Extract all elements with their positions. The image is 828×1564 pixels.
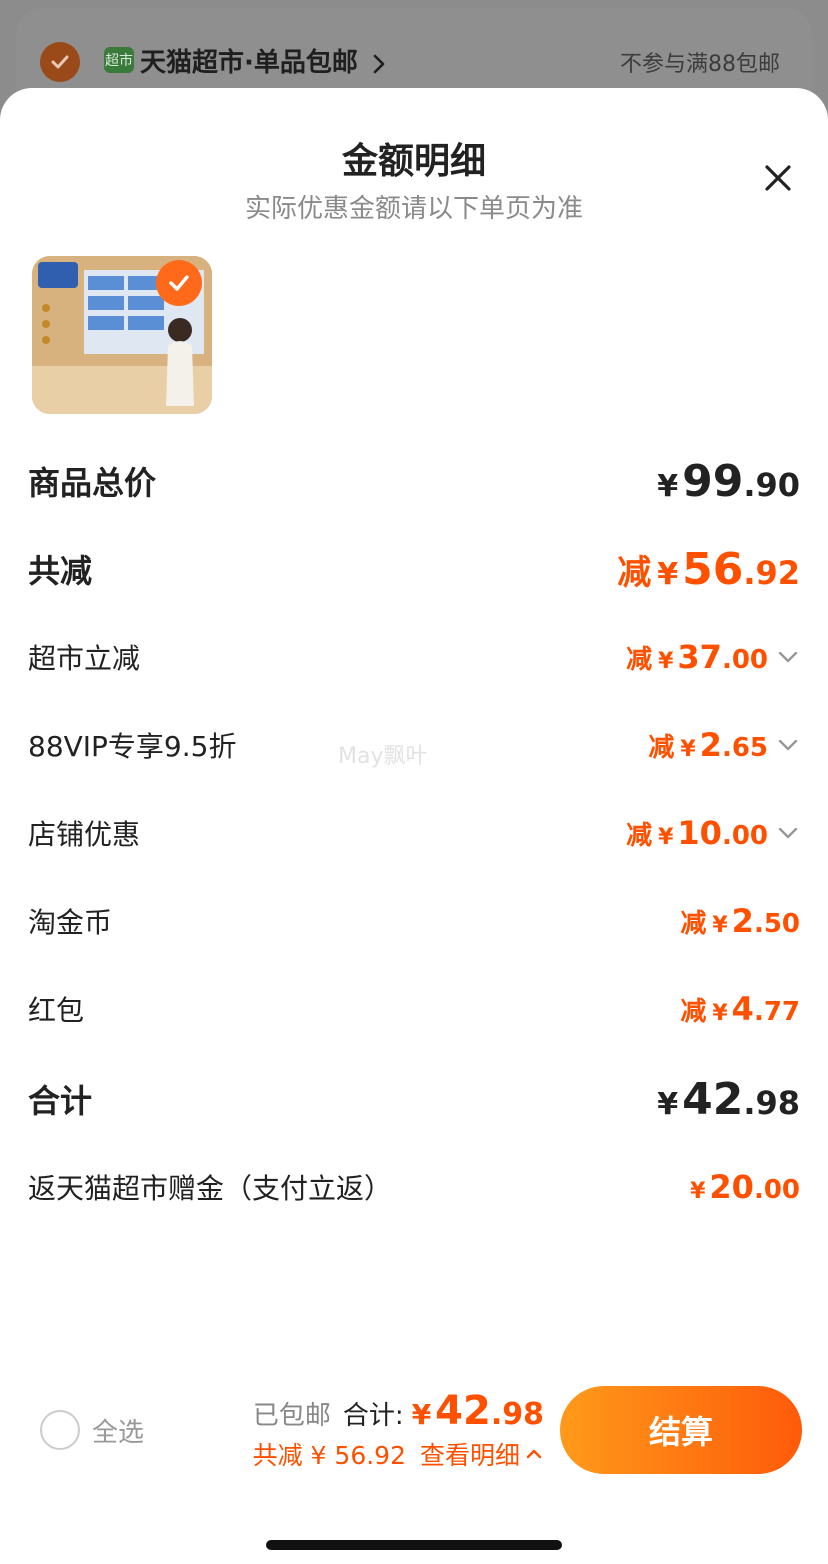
red-packet-label: 红包 bbox=[28, 994, 85, 1027]
market-discount-amount: 减 ¥ 37 .00 bbox=[626, 638, 800, 676]
subtotal-label: 合计 bbox=[28, 1082, 93, 1120]
select-all[interactable]: 全选 bbox=[40, 1410, 144, 1450]
store-check-icon bbox=[40, 42, 80, 82]
amount-decimal: .92 bbox=[743, 553, 800, 592]
amount-integer: 99 bbox=[682, 455, 744, 507]
cashback-amount: ¥ 20 .00 bbox=[690, 1168, 800, 1206]
row-cashback: 返天猫超市赠金（支付立返） ¥ 20 .00 bbox=[28, 1162, 800, 1212]
discount-prefix: 减 bbox=[680, 997, 707, 1027]
amount-decimal: .98 bbox=[743, 1083, 800, 1122]
amount-integer: 42 bbox=[435, 1388, 491, 1434]
sheet-subtitle: 实际优惠金额请以下单页为准 bbox=[244, 194, 583, 224]
row-store-discount[interactable]: 店铺优惠 减 ¥ 10 .00 bbox=[28, 808, 800, 858]
total-price-label: 商品总价 bbox=[28, 464, 157, 502]
amount-decimal: .00 bbox=[721, 645, 768, 675]
total-discount-amount: 减 ¥ 56 .92 bbox=[617, 544, 800, 595]
chevron-down-icon[interactable] bbox=[776, 645, 800, 669]
coins-amount: 减 ¥ 2 .50 bbox=[680, 902, 800, 940]
discount-prefix: 减 bbox=[680, 909, 707, 939]
view-details-label: 查看明细 bbox=[419, 1441, 520, 1470]
yen-symbol: ¥ bbox=[657, 556, 679, 592]
chevron-right-icon bbox=[373, 54, 385, 73]
discount-prefix: 减 bbox=[648, 733, 675, 763]
row-market-discount[interactable]: 超市立减 减 ¥ 37 .00 bbox=[28, 632, 800, 682]
close-icon[interactable] bbox=[758, 158, 798, 198]
vip-discount-amount: 减 ¥ 2 .65 bbox=[648, 726, 800, 764]
store-discount-label: 店铺优惠 bbox=[28, 818, 141, 851]
amount-decimal: .50 bbox=[753, 909, 800, 939]
store-discount-amount: 减 ¥ 10 .00 bbox=[626, 814, 800, 852]
shipping-note: 不参与满88包邮 bbox=[620, 52, 780, 77]
amount-integer: 4 bbox=[731, 990, 754, 1028]
amount-integer: 10 bbox=[677, 814, 722, 852]
yen-symbol: ¥ bbox=[690, 1179, 706, 1204]
amount-decimal: .98 bbox=[490, 1397, 544, 1432]
discount-prefix: 减 bbox=[626, 645, 653, 675]
select-all-radio[interactable] bbox=[40, 1410, 80, 1450]
store-name: 天猫超市·单品包邮 bbox=[140, 42, 387, 79]
market-discount-label: 超市立减 bbox=[28, 642, 141, 675]
amount-decimal: .90 bbox=[743, 465, 800, 504]
row-total-discount: 共减 减 ¥ 56 .92 bbox=[28, 544, 800, 595]
subtotal-amount: ¥ 42 .98 bbox=[657, 1074, 800, 1125]
discount-summary: 共减 ¥ 56.92 查看明细 bbox=[253, 1436, 544, 1472]
amount-decimal: .65 bbox=[721, 733, 768, 763]
yen-symbol: ¥ bbox=[657, 1086, 679, 1122]
chevron-up-icon bbox=[526, 1449, 542, 1459]
coins-label: 淘金币 bbox=[28, 906, 113, 939]
home-indicator bbox=[266, 1540, 562, 1550]
amount-integer: 20 bbox=[709, 1168, 754, 1206]
discount-summary-text: 共减 ¥ 56.92 bbox=[252, 1441, 406, 1470]
amount-integer: 37 bbox=[677, 638, 722, 676]
total-summary: 已包邮 合计: ¥ 42 .98 bbox=[253, 1388, 544, 1434]
total-label: 合计: bbox=[342, 1401, 404, 1431]
total-price-amount: ¥ 99 .90 bbox=[657, 456, 800, 507]
yen-symbol: ¥ bbox=[658, 649, 674, 674]
amount-decimal: .77 bbox=[753, 997, 800, 1027]
chevron-down-icon[interactable] bbox=[776, 821, 800, 845]
vip-discount-label: 88VIP专享9.5折 bbox=[28, 730, 237, 763]
product-selected-icon[interactable] bbox=[156, 260, 202, 306]
discount-prefix: 减 bbox=[617, 552, 652, 593]
row-vip-discount[interactable]: 88VIP专享9.5折 减 ¥ 2 .65 bbox=[28, 720, 800, 770]
amount-decimal: .00 bbox=[753, 1175, 800, 1205]
yen-symbol: ¥ bbox=[712, 1001, 728, 1026]
row-subtotal: 合计 ¥ 42 .98 bbox=[28, 1074, 800, 1125]
checkout-button[interactable]: 结算 bbox=[560, 1386, 802, 1474]
amount-decimal: .00 bbox=[721, 821, 768, 851]
product-thumbnail[interactable] bbox=[32, 256, 212, 414]
yen-symbol: ¥ bbox=[680, 737, 696, 762]
sheet-title: 金额明细 bbox=[341, 141, 486, 182]
view-details-link[interactable]: 查看明细 bbox=[420, 1436, 544, 1472]
cashback-label: 返天猫超市赠金（支付立返） bbox=[28, 1172, 393, 1205]
yen-symbol: ¥ bbox=[658, 825, 674, 850]
free-shipping-label: 已包邮 bbox=[252, 1401, 331, 1431]
select-all-label: 全选 bbox=[92, 1417, 145, 1448]
amount-integer: 2 bbox=[699, 726, 722, 764]
yen-symbol: ¥ bbox=[657, 468, 679, 504]
amount-integer: 42 bbox=[682, 1073, 744, 1125]
red-packet-amount: 减 ¥ 4 .77 bbox=[680, 990, 800, 1028]
row-red-packet: 红包 减 ¥ 4 .77 bbox=[28, 984, 800, 1034]
market-badge: 超市 bbox=[104, 47, 134, 73]
amount-integer: 2 bbox=[731, 902, 754, 940]
total-discount-label: 共减 bbox=[28, 552, 93, 590]
amount-integer: 56 bbox=[682, 543, 744, 595]
discount-prefix: 减 bbox=[626, 821, 653, 851]
total-amount: ¥ 42 .98 bbox=[412, 1388, 544, 1434]
chevron-down-icon[interactable] bbox=[776, 733, 800, 757]
row-total-price: 商品总价 ¥ 99 .90 bbox=[28, 456, 800, 507]
yen-symbol: ¥ bbox=[712, 913, 728, 938]
row-coins: 淘金币 减 ¥ 2 .50 bbox=[28, 896, 800, 946]
store-label: 天猫超市·单品包邮 bbox=[140, 48, 358, 78]
yen-symbol: ¥ bbox=[411, 1398, 432, 1431]
